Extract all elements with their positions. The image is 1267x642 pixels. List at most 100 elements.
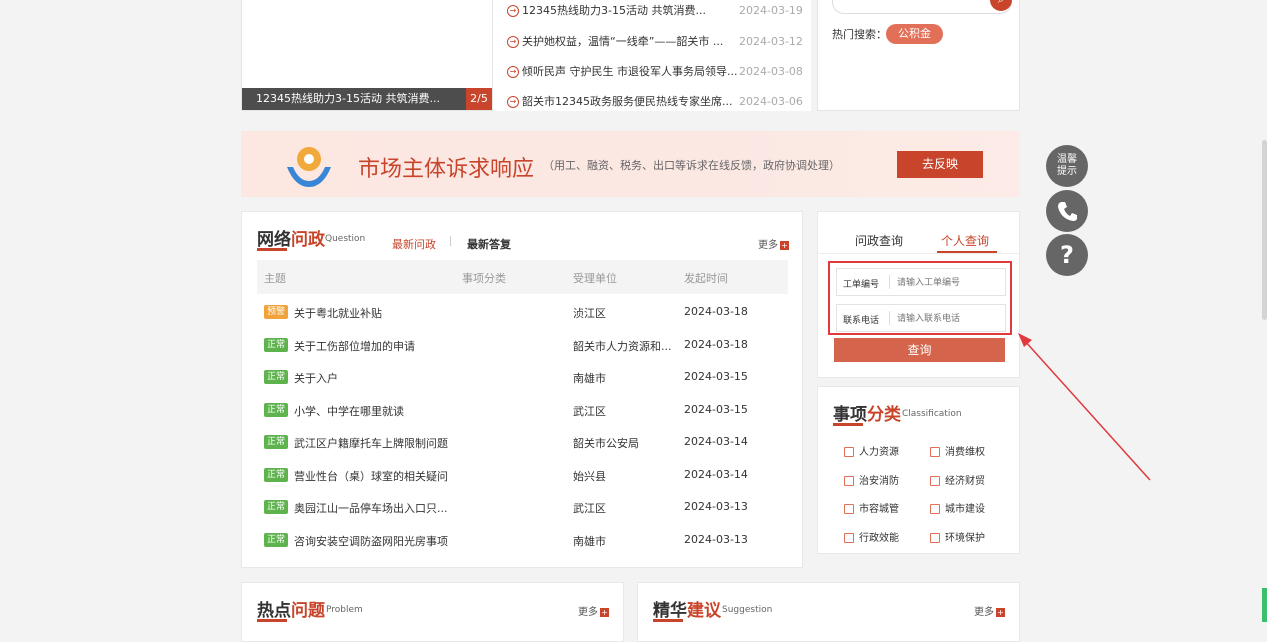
- category-item[interactable]: 市容城管: [844, 500, 899, 515]
- news-item[interactable]: → 倾听民声 守护民生 市退役军人事务局领导... 2024-03-08: [507, 62, 807, 82]
- plus-icon: +: [996, 607, 1005, 617]
- category-item[interactable]: 行政效能: [844, 529, 899, 544]
- table-header: 主题 事项分类 受理单位 发起时间: [257, 260, 788, 294]
- query-button[interactable]: 查询: [834, 338, 1005, 362]
- category-item[interactable]: 环境保护: [930, 529, 985, 544]
- table-row[interactable]: 预警 关于粤北就业补贴 浈江区 2024-03-18: [257, 296, 788, 328]
- news-title[interactable]: 12345热线助力3-15活动 共筑消费...: [522, 4, 706, 17]
- news-date: 2024-03-06: [739, 95, 803, 108]
- col-date: 发起时间: [684, 272, 728, 285]
- online-question-panel: 网络问政 Question 最新问政 最新答复 更多 + 主题 事项分类 受理单位…: [241, 211, 803, 568]
- row-subject[interactable]: 关于工伤部位增加的申请: [294, 338, 415, 354]
- phone-input[interactable]: [895, 310, 1003, 328]
- row-date: 2024-03-13: [684, 500, 748, 513]
- more-link[interactable]: 更多 +: [974, 603, 1005, 618]
- scrollbar-thumb[interactable]: [1262, 140, 1267, 320]
- row-unit: 武江区: [573, 502, 606, 515]
- edit-icon: [930, 447, 940, 457]
- tips-line-1: 温馨: [1057, 154, 1077, 165]
- category-item[interactable]: 治安消防: [844, 472, 899, 487]
- tab-gov-query[interactable]: 问政查询: [855, 232, 903, 249]
- status-badge: 正常: [264, 467, 289, 482]
- tab-latest-questions[interactable]: 最新问政: [392, 236, 436, 252]
- table-row[interactable]: 正常 咨询安装空调防盗网阳光房事项 南雄市 2024-03-13: [257, 524, 788, 556]
- table-row[interactable]: 正常 武江区户籍摩托车上牌限制问题 韶关市公安局 2024-03-14: [257, 426, 788, 458]
- row-unit: 南雄市: [573, 372, 606, 385]
- news-item[interactable]: → 关护她权益，温情“一线牵”——韶关市 ... 2024-03-12: [507, 32, 807, 52]
- news-title[interactable]: 关护她权益，温情“一线牵”——韶关市 ...: [522, 35, 723, 48]
- category-label: 消费维权: [945, 447, 985, 458]
- news-date: 2024-03-08: [739, 65, 803, 78]
- edit-icon: [844, 475, 854, 486]
- table-row[interactable]: 正常 奥园江山一品停车场出入口只... 武江区 2024-03-13: [257, 491, 788, 523]
- table-row[interactable]: 正常 小学、中学在哪里就读 武江区 2024-03-15: [257, 394, 788, 426]
- title-underline: [257, 248, 287, 251]
- highlight-box: 工单编号 联系电话: [828, 261, 1012, 335]
- field-separator: [889, 275, 890, 289]
- row-subject[interactable]: 关于粤北就业补贴: [294, 305, 382, 321]
- carousel-caption[interactable]: 12345热线助力3-15活动 共筑消费...: [242, 88, 492, 110]
- row-date: 2024-03-15: [684, 402, 748, 416]
- help-button[interactable]: ?: [1046, 234, 1088, 276]
- phone-field[interactable]: 联系电话: [836, 304, 1006, 332]
- arrow-circle-icon: →: [507, 66, 519, 78]
- table-row[interactable]: 正常 关于入户 南雄市 2024-03-15: [257, 361, 788, 393]
- row-subject[interactable]: 关于入户: [294, 370, 338, 386]
- order-number-label: 工单编号: [843, 280, 880, 290]
- order-number-field[interactable]: 工单编号: [836, 268, 1006, 296]
- tab-personal-query[interactable]: 个人查询: [941, 232, 989, 249]
- row-subject[interactable]: 武江区户籍摩托车上牌限制问题: [294, 435, 448, 451]
- news-carousel[interactable]: 12345热线助力3-15活动 共筑消费... 2/5: [241, 0, 493, 111]
- category-label: 行政效能: [859, 532, 899, 544]
- more-link[interactable]: 更多 +: [578, 603, 609, 618]
- row-date: 2024-03-18: [684, 305, 748, 318]
- hot-search-tag[interactable]: 公积金: [886, 24, 943, 44]
- news-item[interactable]: → 韶关市12345政务服务便民热线专家坐席... 2024-03-06: [507, 92, 807, 111]
- row-unit: 南雄市: [573, 534, 606, 548]
- phone-icon: [1058, 202, 1077, 221]
- search-panel: ⌕ 热门搜索： 公积金: [817, 0, 1020, 111]
- category-item[interactable]: 城市建设: [930, 500, 985, 515]
- more-link[interactable]: 更多 +: [758, 236, 789, 251]
- tips-button[interactable]: 温馨 提示: [1046, 145, 1088, 187]
- order-number-input[interactable]: [895, 274, 1003, 292]
- news-title[interactable]: 韶关市12345政务服务便民热线专家坐席...: [522, 95, 732, 108]
- phone-label: 联系电话: [843, 316, 880, 326]
- hot-search-label: 热门搜索：: [832, 28, 887, 41]
- news-title[interactable]: 倾听民声 守护民生 市退役军人事务局领导...: [522, 65, 737, 78]
- status-badge: 预警: [264, 305, 289, 319]
- section-title-en: Question: [325, 234, 366, 244]
- edit-icon: [930, 532, 940, 543]
- edit-icon: [844, 504, 854, 514]
- row-date: 2024-03-15: [684, 370, 748, 383]
- status-badge: 正常: [264, 435, 289, 449]
- search-input[interactable]: ⌕: [832, 0, 1012, 14]
- category-item[interactable]: 人力资源: [844, 443, 899, 458]
- row-unit: 韶关市人力资源和...: [573, 339, 672, 353]
- arrow-circle-icon: →: [507, 36, 519, 48]
- category-item[interactable]: 经济财贸: [930, 472, 985, 487]
- row-subject[interactable]: 奥园江山一品停车场出入口只...: [294, 500, 448, 516]
- section-title-en: Suggestion: [722, 605, 773, 615]
- news-list: → 12345热线助力3-15活动 共筑消费... 2024-03-19 → 关护她权…: [493, 0, 811, 111]
- phone-button[interactable]: [1046, 190, 1088, 232]
- row-subject[interactable]: 咨询安装空调防盗网阳光房事项: [294, 533, 448, 549]
- status-badge: 正常: [264, 500, 289, 514]
- arrow-circle-icon: →: [507, 96, 519, 108]
- row-subject[interactable]: 小学、中学在哪里就读: [294, 403, 404, 419]
- row-date: 2024-03-14: [684, 435, 748, 448]
- table-row[interactable]: 正常 关于工伤部位增加的申请 韶关市人力资源和... 2024-03-18: [257, 329, 788, 361]
- category-label: 城市建设: [945, 504, 985, 515]
- category-item[interactable]: 消费维权: [930, 443, 985, 458]
- report-button[interactable]: 去反映: [897, 151, 983, 178]
- category-label: 人力资源: [859, 447, 899, 458]
- hot-problems-panel: 热点问题 Problem 更多 +: [241, 582, 624, 642]
- edit-icon: [844, 447, 854, 457]
- tab-latest-answers[interactable]: 最新答复: [467, 236, 511, 252]
- plus-icon: +: [600, 607, 609, 617]
- news-item[interactable]: → 12345热线助力3-15活动 共筑消费... 2024-03-19: [507, 1, 807, 21]
- row-subject[interactable]: 营业性台（桌）球室的相关疑问: [294, 468, 448, 484]
- search-icon[interactable]: ⌕: [990, 0, 1012, 11]
- table-row[interactable]: 正常 营业性台（桌）球室的相关疑问 始兴县 2024-03-14: [257, 459, 788, 491]
- status-badge: 正常: [264, 532, 289, 547]
